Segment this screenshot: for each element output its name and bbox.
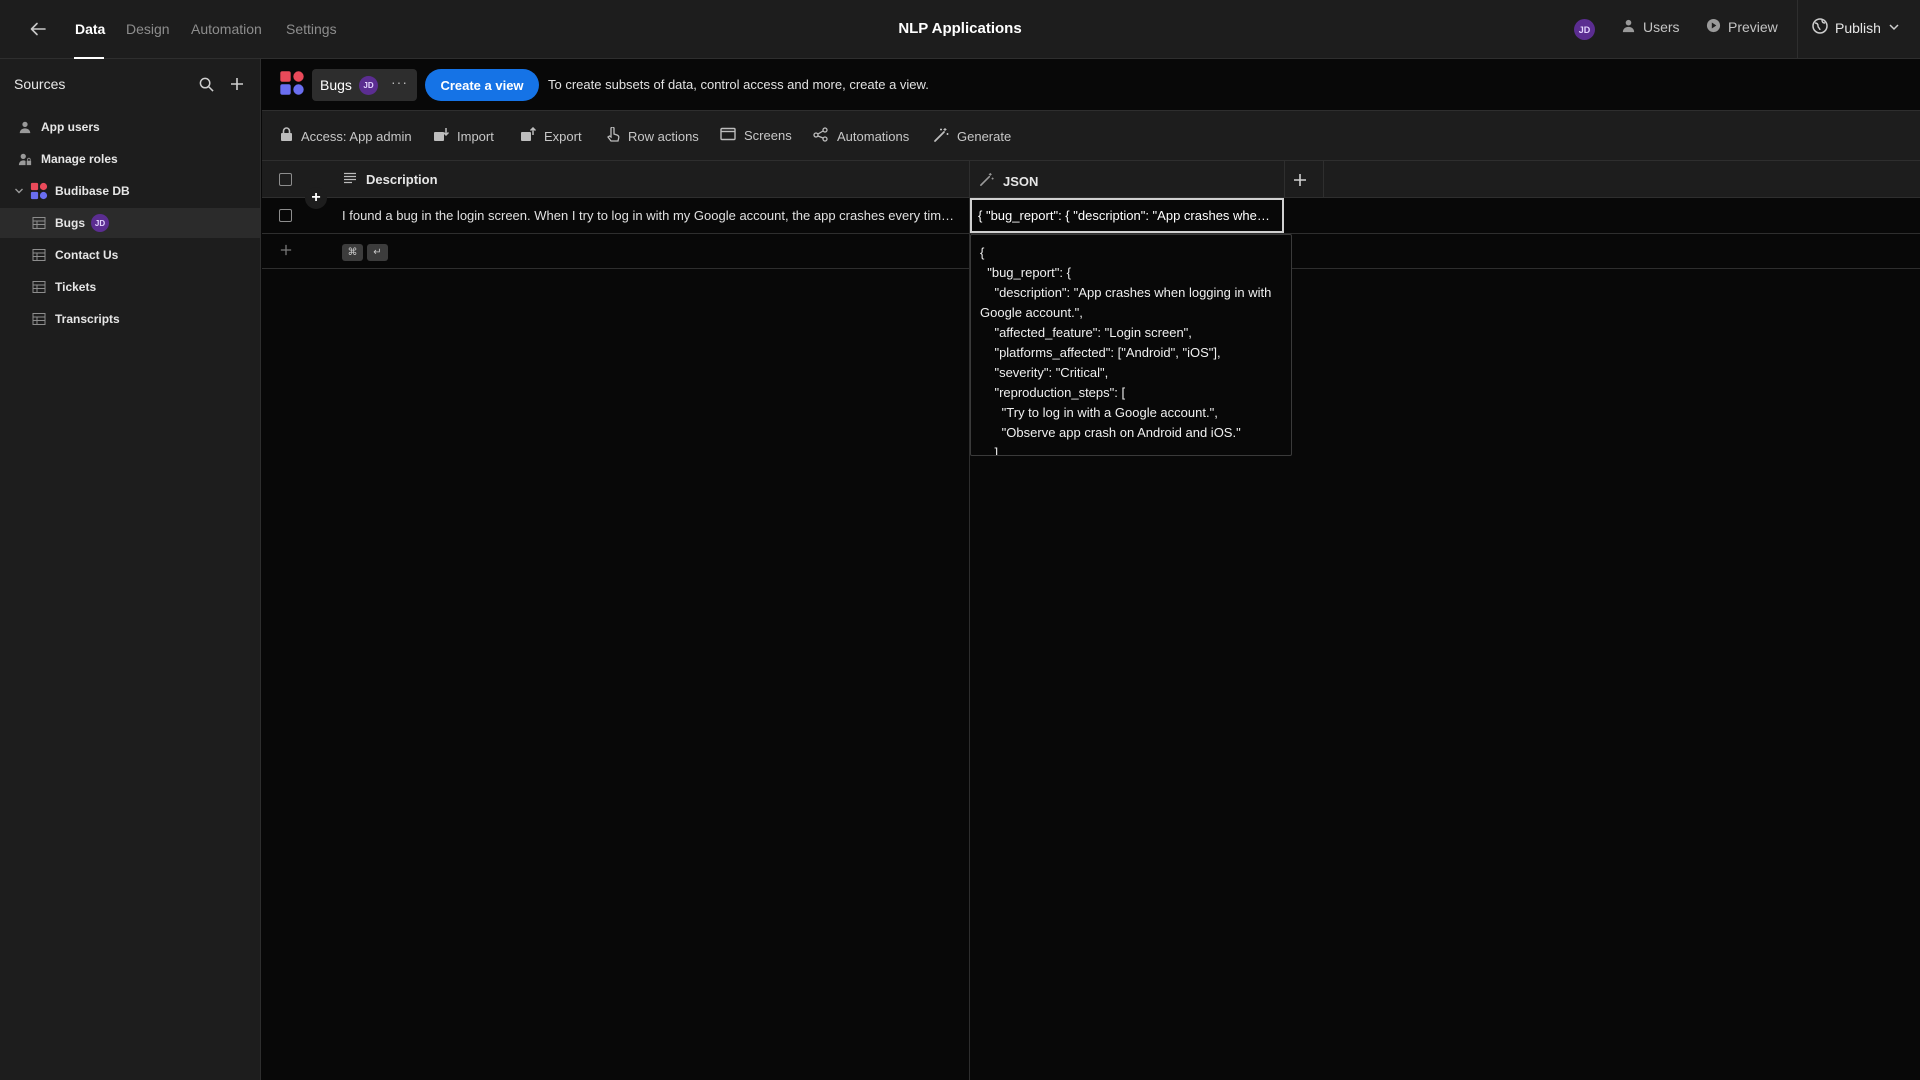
tab-data[interactable]: Data [75, 21, 105, 37]
search-icon[interactable] [197, 75, 215, 93]
table-icon [31, 215, 47, 231]
top-bar: Data Design Automation Settings NLP Appl… [0, 0, 1920, 59]
generate-button[interactable]: Generate [933, 127, 1011, 146]
back-arrow-icon[interactable] [26, 17, 50, 41]
sources-title: Sources [14, 76, 66, 92]
access-label: Access: App admin [301, 128, 412, 144]
budibase-db-icon [30, 182, 48, 200]
grid-header: Description JSON [262, 161, 1920, 198]
json-cell-editing[interactable]: { "bug_report": { "description": "App cr… [970, 198, 1284, 233]
description-cell[interactable]: I found a bug in the login screen. When … [342, 208, 960, 223]
automations-button[interactable]: Automations [813, 127, 909, 145]
import-label: Import [457, 128, 494, 144]
export-label: Export [544, 128, 582, 144]
sidebar-item-manage-roles[interactable]: Manage roles [0, 144, 260, 174]
users-button[interactable]: Users [1621, 18, 1680, 36]
avatar: JD [91, 214, 109, 232]
more-icon[interactable]: ··· [391, 74, 408, 90]
avatar: JD [359, 76, 378, 95]
tab-automation[interactable]: Automation [191, 21, 262, 37]
preview-label: Preview [1728, 19, 1778, 35]
automations-icon [813, 127, 829, 145]
user-icon [17, 119, 33, 135]
sidebar-item-transcripts[interactable]: Transcripts [0, 304, 260, 334]
table-chip-bugs[interactable]: Bugs JD ··· [312, 69, 417, 101]
column-label: Description [366, 172, 438, 187]
user-icon [1621, 18, 1636, 36]
create-view-button[interactable]: Create a view [425, 69, 539, 101]
table-name: Bugs [320, 77, 352, 93]
sidebar-item-label: App users [41, 120, 100, 134]
text-icon [343, 172, 357, 187]
topbar-divider [1797, 0, 1798, 59]
select-all-checkbox[interactable] [279, 173, 292, 186]
generate-label: Generate [957, 129, 1012, 144]
screens-icon [720, 127, 736, 144]
users-label: Users [1643, 19, 1680, 35]
user-lock-icon [17, 151, 33, 167]
column-divider [1323, 161, 1324, 198]
tab-settings[interactable]: Settings [286, 21, 337, 37]
magic-wand-icon [933, 127, 949, 146]
add-source-icon[interactable] [228, 75, 246, 93]
sidebar-item-label: Transcripts [55, 312, 120, 326]
play-icon [1706, 18, 1721, 36]
access-button[interactable]: Access: App admin [280, 127, 412, 145]
budibase-logo [279, 70, 305, 96]
column-header-json[interactable]: JSON [979, 172, 1038, 190]
add-column-icon[interactable] [1290, 170, 1310, 190]
column-header-description[interactable]: Description [343, 172, 438, 187]
export-icon [520, 126, 537, 145]
publish-label: Publish [1835, 19, 1881, 36]
row-actions-icon [606, 126, 620, 145]
sidebar-item-label: Budibase DB [55, 184, 130, 198]
export-button[interactable]: Export [520, 126, 582, 145]
toolbar: Access: App admin Import Export Row acti… [262, 111, 1920, 161]
sidebar-item-label: Manage roles [41, 152, 118, 166]
sidebar-item-bugs[interactable]: Bugs JD [0, 208, 260, 238]
preview-button[interactable]: Preview [1706, 18, 1778, 36]
automations-label: Automations [837, 128, 910, 144]
user-avatar[interactable]: JD [1574, 19, 1595, 40]
lock-icon [280, 127, 293, 145]
column-divider [1284, 161, 1285, 198]
sidebar-item-tickets[interactable]: Tickets [0, 272, 260, 302]
table-icon [31, 247, 47, 263]
column-label: JSON [1003, 173, 1039, 189]
row-checkbox[interactable] [279, 209, 292, 222]
import-button[interactable]: Import [433, 127, 494, 145]
sidebar-item-label: Contact Us [55, 248, 119, 262]
publish-button[interactable]: Publish [1812, 18, 1900, 37]
import-icon [433, 127, 450, 145]
screens-label: Screens [744, 128, 792, 143]
create-view-hint: To create subsets of data, control acces… [548, 77, 929, 92]
chevron-down-icon [1888, 20, 1900, 36]
json-editor-popover[interactable]: { "bug_report": { "description": "App cr… [970, 234, 1292, 456]
screens-button[interactable]: Screens [720, 127, 792, 144]
table-icon [31, 279, 47, 295]
add-row-icon[interactable] [280, 243, 292, 259]
command-key-icon: ⌘ [342, 244, 363, 261]
row-actions-label: Row actions [628, 128, 699, 144]
magic-wand-icon [979, 172, 994, 190]
tab-design[interactable]: Design [126, 21, 170, 37]
chevron-down-icon[interactable] [13, 183, 25, 199]
sidebar-item-label: Bugs [55, 216, 85, 230]
globe-icon [1812, 18, 1828, 37]
expand-row-icon[interactable]: + [305, 187, 327, 209]
table-icon [31, 311, 47, 327]
json-content[interactable]: { "bug_report": { "description": "App cr… [971, 235, 1291, 455]
sidebar-item-budibase-db[interactable]: Budibase DB [0, 176, 260, 206]
row-actions-button[interactable]: Row actions [606, 126, 699, 145]
enter-key-icon: ↵ [367, 244, 388, 261]
sources-sidebar: Sources App users Manage roles Budibase … [0, 59, 261, 1080]
sidebar-item-label: Tickets [55, 280, 97, 294]
sidebar-item-app-users[interactable]: App users [0, 112, 260, 142]
sidebar-item-contact-us[interactable]: Contact Us [0, 240, 260, 270]
